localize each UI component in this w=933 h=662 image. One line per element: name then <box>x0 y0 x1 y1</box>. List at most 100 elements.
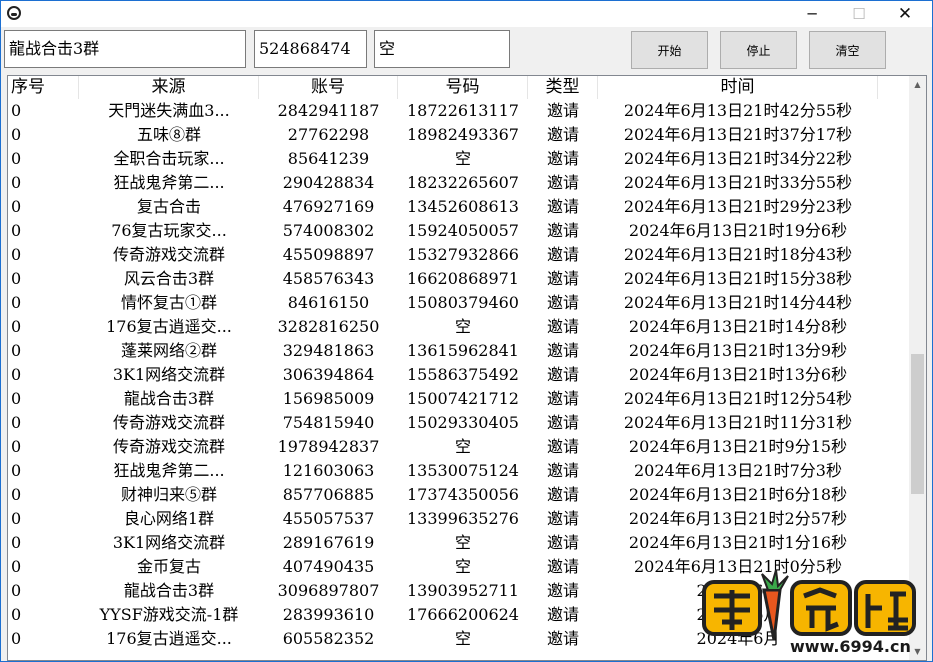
cell-time: 2024年6月13日21时18分43秒 <box>623 245 853 264</box>
maximize-button[interactable]: ☐ <box>836 1 882 27</box>
app-icon <box>7 6 21 20</box>
phone-input[interactable]: 空 <box>374 30 510 68</box>
cell-type: 邀请 <box>546 509 579 528</box>
cell-type: 邀请 <box>546 533 579 552</box>
cell-type: 邀请 <box>546 197 579 216</box>
cell-phone: 16620868971 <box>407 269 519 288</box>
cell-time: 2024年6月13日21时11分31秒 <box>623 413 853 432</box>
cell-phone: 18982493367 <box>407 125 519 144</box>
cell-index: 0 <box>11 149 22 168</box>
cell-phone: 13399635276 <box>407 509 519 528</box>
column-header-type[interactable]: 类型 <box>528 76 598 99</box>
column-header-account[interactable]: 账号 <box>259 76 398 99</box>
cell-index: 0 <box>11 245 22 264</box>
table-row[interactable]: 0 176复古逍遥交... 3282816250 空 邀请 2024年6月13日21时14… <box>8 315 910 339</box>
cell-account: 290428834 <box>282 173 375 192</box>
cell-index: 0 <box>11 173 22 192</box>
cell-time: 2024年6月13日21时7分3秒 <box>634 461 842 480</box>
clear-button[interactable]: 清空 <box>809 31 886 69</box>
start-button[interactable]: 开始 <box>631 31 708 69</box>
cell-index: 0 <box>11 269 22 288</box>
cell-time: 2024年6月13日21时2分57秒 <box>628 509 848 528</box>
cell-type: 邀请 <box>546 245 579 264</box>
cell-phone: 17374350056 <box>407 485 519 504</box>
cell-account: 407490435 <box>282 557 375 576</box>
cell-source: YYSF游戏交流-1群 <box>99 605 239 624</box>
cell-time: 2024年6月13日21时42分55秒 <box>623 101 853 120</box>
column-header-time[interactable]: 时间 <box>598 76 878 99</box>
cell-account: 289167619 <box>282 533 375 552</box>
cell-phone: 15029330405 <box>407 413 519 432</box>
column-header-phone[interactable]: 号码 <box>398 76 528 99</box>
table-row[interactable]: 0 风云合击3群 458576343 16620868971 邀请 2024年6月13日2… <box>8 267 910 291</box>
cell-source: 天門迷失满血3... <box>108 101 230 120</box>
cell-type: 邀请 <box>546 605 579 624</box>
cell-type: 邀请 <box>546 413 579 432</box>
column-header-source[interactable]: 来源 <box>79 76 259 99</box>
cell-account: 3282816250 <box>277 317 380 336</box>
table-row[interactable]: 0 传奇游戏交流群 754815940 15029330405 邀请 2024年6月13日… <box>8 411 910 435</box>
cell-account: 1978942837 <box>277 437 380 456</box>
table-row[interactable]: 0 3K1网络交流群 306394864 15586375492 邀请 2024年6月13… <box>8 363 910 387</box>
title-bar: ─ ☐ ✕ <box>1 1 932 27</box>
cell-phone: 18722613117 <box>407 101 519 120</box>
account-input[interactable]: 524868474 <box>254 30 367 68</box>
table-row[interactable]: 0 情怀复古①群 84616150 15080379460 邀请 2024年6月13日21… <box>8 291 910 315</box>
cell-source: 传奇游戏交流群 <box>112 245 225 264</box>
column-header-index[interactable]: 序号 <box>8 76 79 99</box>
cell-index: 0 <box>11 365 22 384</box>
table-row[interactable]: 0 全职合击玩家... 85641239 空 邀请 2024年6月13日21时34分22秒 <box>8 147 910 171</box>
table-row[interactable]: 0 龍战合击3群 156985009 15007421712 邀请 2024年6月13日2… <box>8 387 910 411</box>
cell-account: 329481863 <box>282 341 375 360</box>
table-row[interactable]: 0 狂战鬼斧第二... 121603063 13530075124 邀请 2024年6月1… <box>8 459 910 483</box>
cell-index: 0 <box>11 221 22 240</box>
table-row[interactable]: 0 天門迷失满血3... 2842941187 18722613117 邀请 2024年6… <box>8 99 910 123</box>
table-row[interactable]: 0 五味⑧群 27762298 18982493367 邀请 2024年6月13日21时3… <box>8 123 910 147</box>
table-row[interactable]: 0 3K1网络交流群 289167619 空 邀请 2024年6月13日21时1分16秒 <box>8 531 910 555</box>
cell-index: 0 <box>11 341 22 360</box>
cell-account: 476927169 <box>282 197 375 216</box>
cell-source: 传奇游戏交流群 <box>112 413 225 432</box>
cell-time: 2024年6月13日21时9分15秒 <box>628 437 848 456</box>
scroll-thumb[interactable] <box>911 354 924 494</box>
cell-phone: 空 <box>454 629 471 648</box>
cell-time: 2024年6月13日21时13分9秒 <box>628 341 848 360</box>
cell-time: 2024年6月13日21时12分54秒 <box>623 389 853 408</box>
table-row[interactable]: 0 狂战鬼斧第二... 290428834 18232265607 邀请 2024年6月1… <box>8 171 910 195</box>
cell-account: 455057537 <box>282 509 375 528</box>
cell-type: 邀请 <box>546 269 579 288</box>
cell-time: 2024年6月13日21时13分6秒 <box>628 365 848 384</box>
table-row[interactable]: 0 良心网络1群 455057537 13399635276 邀请 2024年6月13日2… <box>8 507 910 531</box>
table-row[interactable]: 0 76复古玩家交... 574008302 15924050057 邀请 2024年6月… <box>8 219 910 243</box>
cell-index: 0 <box>11 437 22 456</box>
minimize-button[interactable]: ─ <box>789 1 835 27</box>
cell-index: 0 <box>11 101 22 120</box>
table-row[interactable]: 0 传奇游戏交流群 1978942837 空 邀请 2024年6月13日21时9分15秒 <box>8 435 910 459</box>
cell-account: 306394864 <box>282 365 375 384</box>
cell-time: 2024年6月13日21时14分44秒 <box>623 293 853 312</box>
cell-time: 2024年6月13日21时6分18秒 <box>628 485 848 504</box>
cell-account: 283993610 <box>282 605 375 624</box>
cell-time: 2024年6月13日21时19分6秒 <box>628 221 848 240</box>
cell-type: 邀请 <box>546 557 579 576</box>
close-button[interactable]: ✕ <box>882 1 928 27</box>
source-group-input[interactable]: 龍战合击3群 <box>4 30 246 68</box>
cell-phone: 空 <box>454 557 471 576</box>
scroll-up-icon[interactable]: ▲ <box>909 76 926 93</box>
table-row[interactable]: 0 蓬莱网络②群 329481863 13615962841 邀请 2024年6月13日2… <box>8 339 910 363</box>
table-row[interactable]: 0 财神归来⑤群 857706885 17374350056 邀请 2024年6月13日2… <box>8 483 910 507</box>
cell-source: 蓬莱网络②群 <box>120 341 217 360</box>
cell-account: 3096897807 <box>277 581 380 600</box>
cell-type: 邀请 <box>546 317 579 336</box>
cell-type: 邀请 <box>546 293 579 312</box>
cell-type: 邀请 <box>546 485 579 504</box>
cell-time: 2024年6月13日21时33分55秒 <box>623 173 853 192</box>
cell-index: 0 <box>11 509 22 528</box>
table-row[interactable]: 0 传奇游戏交流群 455098897 15327932866 邀请 2024年6月13日… <box>8 243 910 267</box>
cell-time: 2024年6月13日21时14分8秒 <box>628 317 848 336</box>
cell-account: 84616150 <box>287 293 370 312</box>
table-row[interactable]: 0 复古合击 476927169 13452608613 邀请 2024年6月13日21时… <box>8 195 910 219</box>
cell-type: 邀请 <box>546 437 579 456</box>
cell-phone: 13530075124 <box>407 461 519 480</box>
stop-button[interactable]: 停止 <box>720 31 797 69</box>
